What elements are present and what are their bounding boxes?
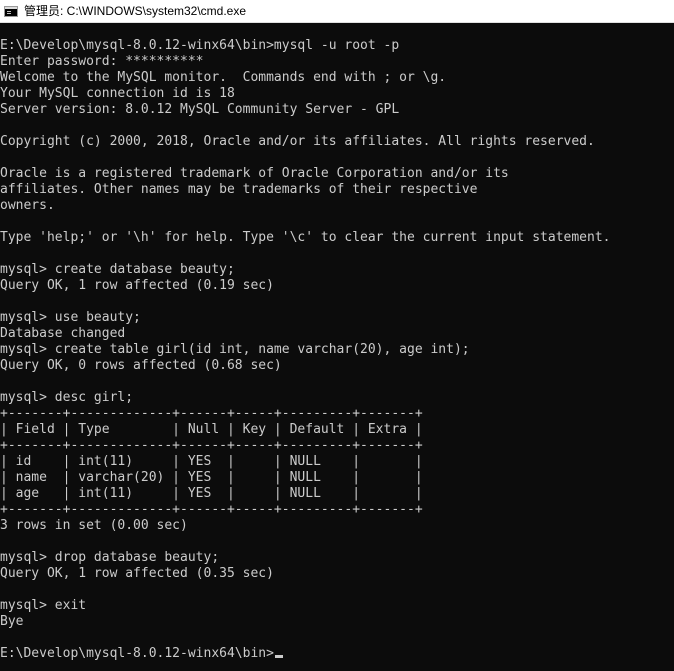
console-line: Welcome to the MySQL monitor. Commands e… bbox=[0, 70, 674, 86]
console-line-text: 3 rows in set (0.00 sec) bbox=[0, 518, 188, 533]
text-cursor bbox=[274, 655, 283, 658]
prompt-line: E:\Develop\mysql-8.0.12-winx64\bin> bbox=[0, 646, 674, 662]
console-line: Oracle is a registered trademark of Orac… bbox=[0, 166, 674, 182]
console-line: +-------+-------------+------+-----+----… bbox=[0, 502, 674, 518]
console-line-text: | Field | Type | Null | Key | Default | … bbox=[0, 422, 423, 437]
console-line: mysql> exit bbox=[0, 598, 674, 614]
console-line: Enter password: ********** bbox=[0, 54, 674, 70]
console-line-text: mysql> create database beauty; bbox=[0, 262, 235, 277]
console-line-text: +-------+-------------+------+-----+----… bbox=[0, 438, 423, 453]
console-line-text: Welcome to the MySQL monitor. Commands e… bbox=[0, 70, 447, 85]
console-line-text: Copyright (c) 2000, 2018, Oracle and/or … bbox=[0, 134, 595, 149]
console-line: +-------+-------------+------+-----+----… bbox=[0, 438, 674, 454]
console-line-text: owners. bbox=[0, 198, 55, 213]
console-line-text: | id | int(11) | YES | | NULL | | bbox=[0, 454, 423, 469]
console-line: Server version: 8.0.12 MySQL Community S… bbox=[0, 102, 674, 118]
console-output[interactable]: E:\Develop\mysql-8.0.12-winx64\bin> mysql… bbox=[0, 38, 674, 671]
console-line: | id | int(11) | YES | | NULL | | bbox=[0, 454, 674, 470]
console-line-text: Enter password: ********** bbox=[0, 54, 204, 69]
console-line-text: Query OK, 0 rows affected (0.68 sec) bbox=[0, 358, 282, 373]
console-line-text: Query OK, 1 row affected (0.19 sec) bbox=[0, 278, 274, 293]
title-bar[interactable]: 管理员: C:\WINDOWS\system32\cmd.exe bbox=[0, 0, 674, 23]
console-line-text: +-------+-------------+------+-----+----… bbox=[0, 406, 423, 421]
console-line: affiliates. Other names may be trademark… bbox=[0, 182, 674, 198]
console-line: | name | varchar(20) | YES | | NULL | | bbox=[0, 470, 674, 486]
console-line: Bye bbox=[0, 614, 674, 630]
console-line-text: mysql> desc girl; bbox=[0, 390, 134, 405]
console-line-text: Database changed bbox=[0, 326, 126, 341]
console-line: Query OK, 0 rows affected (0.68 sec) bbox=[0, 358, 674, 374]
console-line: Query OK, 1 row affected (0.35 sec) bbox=[0, 566, 674, 582]
console-line-text: Server version: 8.0.12 MySQL Community S… bbox=[0, 102, 400, 117]
console-line-text: +-------+-------------+------+-----+----… bbox=[0, 502, 423, 517]
cmd-icon bbox=[4, 5, 18, 17]
console-line-text: Type 'help;' or '\h' for help. Type '\c'… bbox=[0, 230, 611, 245]
console-line: Type 'help;' or '\h' for help. Type '\c'… bbox=[0, 230, 674, 246]
console-line: | age | int(11) | YES | | NULL | | bbox=[0, 486, 674, 502]
console-line-text: affiliates. Other names may be trademark… bbox=[0, 182, 478, 197]
console-line: mysql> create database beauty; bbox=[0, 262, 674, 278]
console-line: Database changed bbox=[0, 326, 674, 342]
console-line-text: Bye bbox=[0, 614, 24, 629]
console-line: mysql> drop database beauty; bbox=[0, 550, 674, 566]
console-line-text: E:\Develop\mysql-8.0.12-winx64\bin>mysql… bbox=[0, 38, 400, 53]
console-line: mysql> desc girl; bbox=[0, 390, 674, 406]
console-line-text: Query OK, 1 row affected (0.35 sec) bbox=[0, 566, 274, 581]
console-line-text: Oracle is a registered trademark of Orac… bbox=[0, 166, 509, 181]
console-line: Copyright (c) 2000, 2018, Oracle and/or … bbox=[0, 134, 674, 150]
console-line-text: mysql> exit bbox=[0, 598, 87, 613]
console-line-text: mysql> create table girl(id int, name va… bbox=[0, 342, 470, 357]
console-line-text: | age | int(11) | YES | | NULL | | bbox=[0, 486, 423, 501]
console-line: owners. bbox=[0, 198, 674, 214]
console-line: mysql> create table girl(id int, name va… bbox=[0, 342, 674, 358]
console-line: +-------+-------------+------+-----+----… bbox=[0, 406, 674, 422]
window-title: 管理员: C:\WINDOWS\system32\cmd.exe bbox=[24, 3, 247, 18]
console-line: 3 rows in set (0.00 sec) bbox=[0, 518, 674, 534]
console-line-text: E:\Develop\mysql-8.0.12-winx64\bin> bbox=[0, 646, 274, 661]
console-line: Query OK, 1 row affected (0.19 sec) bbox=[0, 278, 674, 294]
cmd-window: 管理员: C:\WINDOWS\system32\cmd.exe E:\Deve… bbox=[0, 0, 674, 671]
console-line-text: | name | varchar(20) | YES | | NULL | | bbox=[0, 470, 423, 485]
console-line: Your MySQL connection id is 18 bbox=[0, 86, 674, 102]
console-line-text: Your MySQL connection id is 18 bbox=[0, 86, 235, 101]
console-line: E:\Develop\mysql-8.0.12-winx64\bin>mysql… bbox=[0, 38, 674, 54]
console-line: | Field | Type | Null | Key | Default | … bbox=[0, 422, 674, 438]
console-line: mysql> use beauty; bbox=[0, 310, 674, 326]
console-line-text: mysql> drop database beauty; bbox=[0, 550, 220, 565]
console-line-text: mysql> use beauty; bbox=[0, 310, 141, 325]
